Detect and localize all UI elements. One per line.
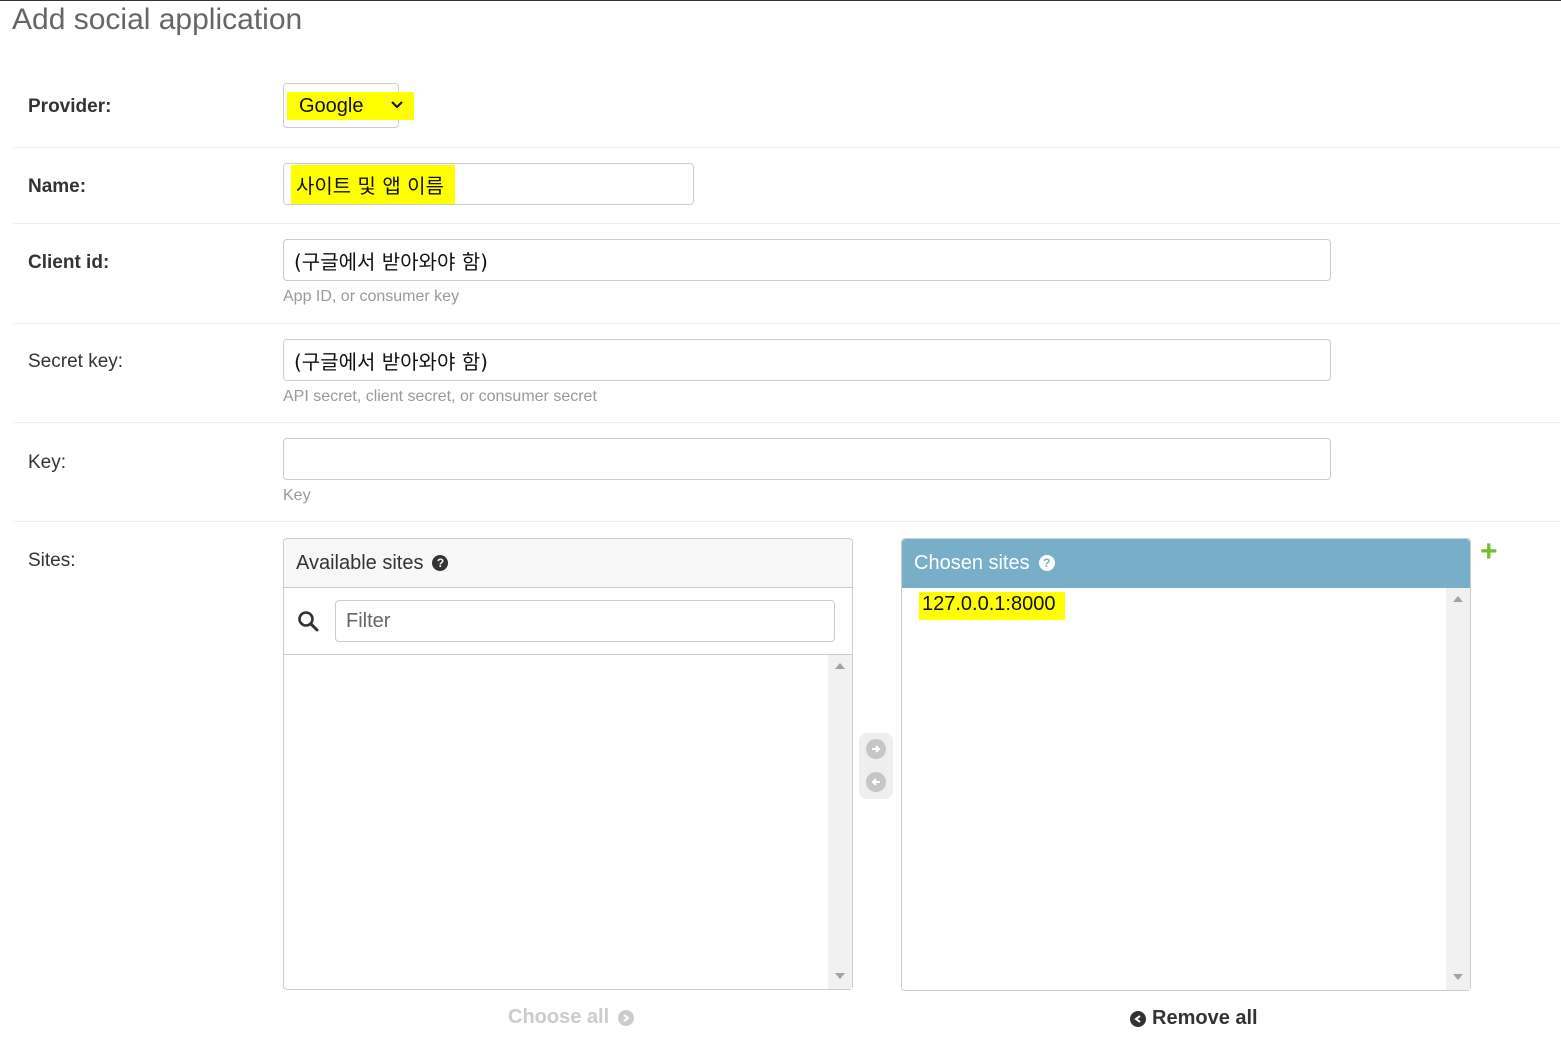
- chevron-down-icon: [391, 101, 403, 109]
- chosen-sites-header: Chosen sites ?: [902, 539, 1470, 588]
- client-id-help: App ID, or consumer key: [283, 288, 460, 305]
- provider-select[interactable]: Google: [283, 83, 414, 128]
- filter-row: [284, 588, 852, 655]
- key-help: Key: [283, 487, 311, 504]
- secret-key-input[interactable]: (구글에서 받아와야 함): [283, 339, 1331, 381]
- secret-key-label: Secret key:: [28, 351, 124, 372]
- selector-mover: [859, 733, 893, 799]
- arrow-left-circle-icon: [1130, 1010, 1146, 1027]
- page-title: Add social application: [12, 3, 303, 36]
- name-input[interactable]: 사이트 및 앱 이름: [283, 163, 694, 205]
- filter-input[interactable]: [335, 600, 835, 642]
- choose-all-link[interactable]: Choose all: [508, 1006, 635, 1029]
- provider-label: Provider:: [28, 96, 112, 117]
- provider-selected-value: Google: [287, 92, 414, 120]
- scroll-down-icon[interactable]: [1453, 974, 1463, 980]
- available-list-scrollbar[interactable]: [828, 655, 852, 989]
- name-row: Name: 사이트 및 앱 이름: [13, 148, 1560, 224]
- scroll-up-icon[interactable]: [1453, 596, 1463, 602]
- chosen-sites-list[interactable]: [902, 588, 1470, 990]
- client-id-input-value: (구글에서 받아와야 함): [294, 249, 488, 274]
- chosen-sites-panel: Chosen sites ? 127.0.0.1:8000: [901, 538, 1471, 991]
- arrow-left-circle-icon[interactable]: [866, 772, 886, 792]
- chosen-site-option[interactable]: 127.0.0.1:8000: [919, 592, 1066, 620]
- available-sites-title: Available sites: [296, 551, 424, 574]
- question-circle-icon[interactable]: ?: [1038, 555, 1055, 571]
- secret-key-row: Secret key: (구글에서 받아와야 함) API secret, cl…: [13, 324, 1560, 423]
- scroll-up-icon[interactable]: [835, 663, 845, 669]
- secret-key-help: API secret, client secret, or consumer s…: [283, 388, 597, 405]
- arrow-right-circle-icon[interactable]: [866, 739, 886, 759]
- secret-key-input-value: (구글에서 받아와야 함): [294, 349, 488, 374]
- remove-all-link[interactable]: Remove all: [1130, 1007, 1258, 1030]
- key-input[interactable]: [283, 438, 1331, 480]
- arrow-right-circle-icon: [618, 1009, 635, 1026]
- chosen-sites-title: Chosen sites: [914, 551, 1030, 574]
- question-circle-icon[interactable]: ?: [432, 555, 449, 571]
- client-id-row: Client id: (구글에서 받아와야 함) App ID, or cons…: [13, 224, 1560, 324]
- remove-all-label: Remove all: [1152, 1007, 1258, 1029]
- client-id-label: Client id:: [28, 252, 110, 273]
- scroll-down-icon[interactable]: [835, 973, 845, 979]
- search-icon: [298, 611, 319, 632]
- choose-all-label: Choose all: [508, 1006, 610, 1028]
- available-sites-panel: Available sites ?: [283, 538, 853, 990]
- client-id-input[interactable]: (구글에서 받아와야 함): [283, 239, 1331, 281]
- name-label: Name:: [28, 176, 87, 197]
- provider-row: Provider: Google: [13, 55, 1560, 148]
- available-sites-header: Available sites ?: [284, 539, 852, 588]
- available-sites-list[interactable]: [284, 655, 852, 989]
- top-border: [0, 0, 1561, 1]
- plus-icon[interactable]: +: [1480, 537, 1498, 567]
- sites-label: Sites:: [28, 550, 76, 571]
- chosen-list-scrollbar[interactable]: [1446, 588, 1470, 990]
- provider-value-text: Google: [299, 94, 364, 117]
- key-label: Key:: [28, 452, 67, 473]
- key-row: Key: Key: [13, 423, 1560, 522]
- name-input-value: 사이트 및 앱 이름: [294, 167, 452, 201]
